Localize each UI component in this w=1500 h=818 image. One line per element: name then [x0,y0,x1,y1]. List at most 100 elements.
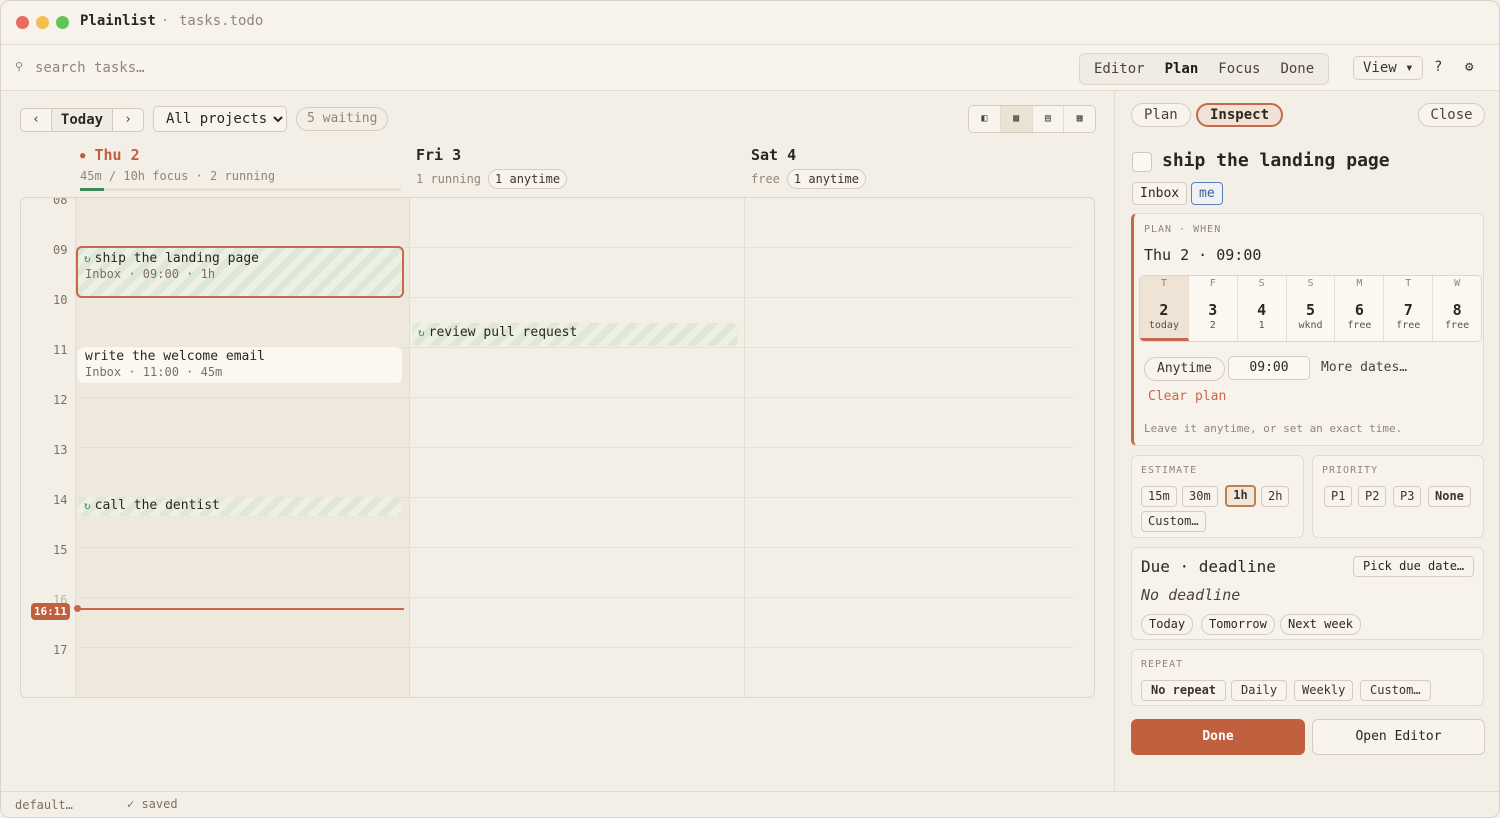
hour-label: 13 [53,443,68,457]
hour-label: 08 [53,197,68,207]
more-dates-link[interactable]: More dates… [1321,360,1407,375]
minimize-window-icon[interactable] [36,16,49,29]
prev-day-button[interactable]: ‹ [21,109,51,131]
status-bar: default… ✓ saved [1,791,1499,817]
task-complete-checkbox[interactable] [1132,152,1152,172]
event-title: call the dentist [94,498,220,513]
layout-1-icon[interactable]: ◧ [969,106,1001,132]
priority-label: PRIORITY [1322,465,1379,476]
tab-inspect[interactable]: Inspect [1196,103,1284,127]
mode-plan[interactable]: Plan [1155,54,1209,84]
repeat-card: REPEAT No repeat Daily Weekly Custom… [1131,649,1484,706]
plan-hint: Leave it anytime, or set an exact time. [1144,422,1403,435]
layout-5-icon[interactable]: ▤ [1033,106,1065,132]
mode-editor[interactable]: Editor [1084,54,1155,84]
layout-7-icon[interactable]: ▦ [1064,106,1095,132]
title-separator: · [161,13,170,29]
anytime-button[interactable]: Anytime [1144,357,1225,381]
file-name: tasks.todo [179,13,264,29]
event-welcome-email[interactable]: write the welcome email Inbox · 11:00 · … [78,347,402,383]
event-ship-landing-page[interactable]: ↻ ship the landing page Inbox · 09:00 · 1… [76,246,404,298]
repeat-daily[interactable]: Daily [1231,680,1288,701]
status-saved: ✓ saved [127,797,178,811]
priority-p1[interactable]: P1 [1324,486,1353,507]
plan-when-value: Thu 2 · 09:00 [1144,246,1262,264]
repeat-custom[interactable]: Custom… [1360,680,1431,701]
date-strip: T 2 today F32 S41 S 5 wknd M 6 free T 7 free W8f… [1139,275,1482,342]
task-title[interactable]: ship the landing page [1162,150,1390,171]
due-title: Due · deadline [1141,557,1276,576]
priority-p2[interactable]: P2 [1358,486,1387,507]
repeat-icon: ↻ [418,326,425,339]
date-cell[interactable]: T 7 free [1384,276,1434,341]
view-menu-button[interactable]: View ▾ [1353,56,1423,80]
day-header-fri: Fri 3 1 running 1 anytime [416,146,568,189]
anytime-pill[interactable]: 1 anytime [786,169,866,189]
app-window: Plainlist · tasks.todo ⚲ Editor Plan Foc… [0,0,1500,818]
maximize-window-icon[interactable] [56,16,69,29]
estimate-1h[interactable]: 1h [1225,485,1256,507]
day-header-thu: ● Thu 2 45m / 10h focus · 2 running [80,146,275,183]
estimate-custom[interactable]: Custom… [1141,511,1206,532]
day-header-sat: Sat 4 free 1 anytime [751,146,866,189]
date-cell[interactable]: S41 [1238,276,1287,341]
due-next-week-chip[interactable]: Next week [1280,614,1362,635]
event-review-pull-request[interactable]: ↻ review pull request [412,323,738,346]
mode-focus[interactable]: Focus [1208,54,1270,84]
close-window-icon[interactable] [16,16,29,29]
title-bar: Plainlist · tasks.todo [1,1,1499,45]
plan-section-label: PLAN · WHEN [1144,224,1222,235]
repeat-label: REPEAT [1141,659,1184,670]
time-input[interactable]: 09:00 [1228,356,1310,380]
date-cell[interactable]: W 8 free [1433,276,1481,341]
waiting-count-badge[interactable]: 5 waiting [296,107,389,131]
repeat-weekly[interactable]: Weekly [1294,680,1354,701]
due-value: No deadline [1141,586,1241,604]
gear-icon[interactable]: ⚙ [1465,59,1473,75]
clear-plan-link[interactable]: Clear plan [1148,389,1226,404]
estimate-2h[interactable]: 2h [1261,486,1290,507]
tab-plan[interactable]: Plan [1131,103,1191,127]
day-title: Fri 3 [416,146,462,164]
priority-p3[interactable]: P3 [1393,486,1422,507]
estimate-label: ESTIMATE [1141,465,1198,476]
day-title: Sat 4 [751,146,797,164]
event-call-dentist[interactable]: ↻ call the dentist [78,497,402,516]
project-tag[interactable]: Inbox [1132,182,1188,205]
assignee-tag[interactable]: me [1191,182,1223,205]
priority-card: PRIORITY P1 P2 P3 None [1312,455,1484,538]
next-day-button[interactable]: › [113,109,143,131]
hour-label: 17 [53,643,68,657]
help-button[interactable]: ? [1434,59,1442,75]
today-button[interactable]: Today [51,109,113,131]
due-tomorrow-chip[interactable]: Tomorrow [1201,614,1275,635]
hour-label: 10 [53,293,68,307]
due-card: Due · deadline Pick due date… No deadlin… [1131,547,1484,640]
close-panel-button[interactable]: Close [1418,103,1485,127]
search-input[interactable] [35,57,435,79]
pick-due-date-button[interactable]: Pick due date… [1353,556,1475,577]
estimate-15m[interactable]: 15m [1141,486,1177,507]
date-cell[interactable]: M 6 free [1335,276,1385,341]
event-meta: Inbox · 11:00 · 45m [85,365,223,379]
mode-done[interactable]: Done [1270,54,1324,84]
anytime-pill[interactable]: 1 anytime [488,169,568,189]
date-cell[interactable]: S 5 wknd [1287,276,1336,341]
mode-switcher: Editor Plan Focus Done [1079,53,1330,85]
project-filter-select[interactable]: All projects [153,106,287,132]
hour-label: 15 [53,543,68,557]
priority-none[interactable]: None [1428,486,1471,507]
done-button[interactable]: Done [1131,719,1305,755]
focus-progress-bar [80,188,401,191]
date-navigator: ‹ Today › [20,108,144,132]
current-time-line [78,608,404,610]
date-cell[interactable]: F32 [1189,276,1238,341]
plan-when-card: PLAN · WHEN Thu 2 · 09:00 T 2 today F32 S4… [1131,213,1484,446]
hour-label: 14 [53,493,68,507]
layout-3-icon[interactable]: ▩ [1000,106,1033,132]
open-editor-button[interactable]: Open Editor [1312,719,1485,755]
date-cell[interactable]: T 2 today [1140,276,1189,341]
estimate-30m[interactable]: 30m [1182,486,1218,507]
due-today-chip[interactable]: Today [1141,614,1194,635]
repeat-none[interactable]: No repeat [1141,680,1227,701]
